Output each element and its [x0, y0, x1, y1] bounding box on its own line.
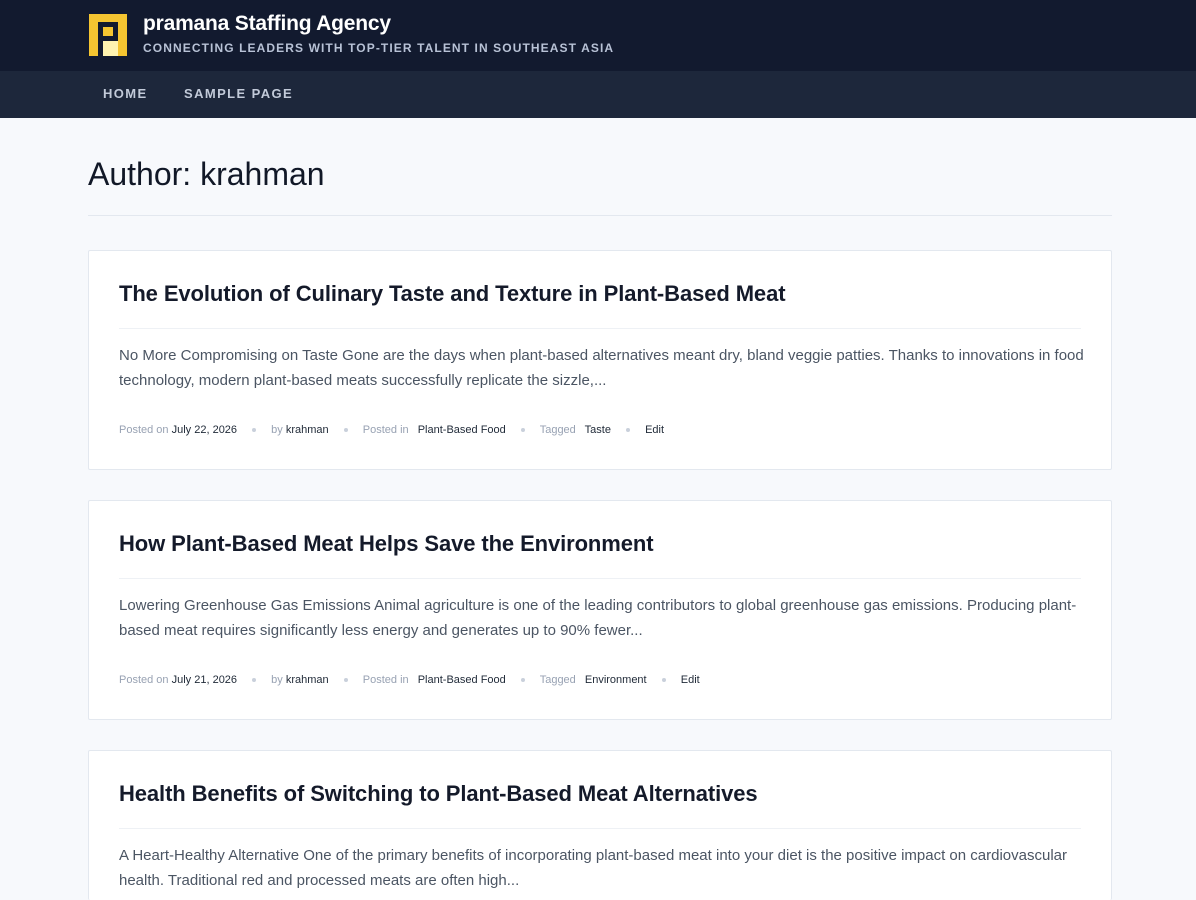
post-date-link[interactable]: July 22, 2026	[172, 424, 237, 436]
title-divider	[88, 215, 1112, 216]
posted-on-label: Posted on	[119, 674, 169, 686]
meta-separator-dot	[520, 678, 525, 683]
meta-separator-dot	[252, 428, 257, 433]
by-label: by	[271, 424, 283, 436]
post-excerpt: A Heart-Healthy Alternative One of the p…	[119, 847, 1067, 889]
tagged-label: Tagged	[539, 424, 576, 436]
nav-item-home[interactable]: HOME	[103, 86, 148, 101]
post-edit-link[interactable]: Edit	[681, 674, 700, 686]
post-tag-link[interactable]: Environment	[585, 674, 647, 686]
post-edit-link[interactable]: Edit	[645, 424, 664, 436]
post-author-link[interactable]: krahman	[286, 674, 329, 686]
post-card: Health Benefits of Switching to Plant-Ba…	[88, 750, 1112, 900]
site-header: pramana Staffing Agency CONNECTING LEADE…	[0, 0, 1196, 71]
post-category-link[interactable]: Plant-Based Food	[418, 674, 506, 686]
post-card: The Evolution of Culinary Taste and Text…	[88, 250, 1112, 470]
meta-separator-dot	[252, 678, 257, 683]
post-title-link[interactable]: Health Benefits of Switching to Plant-Ba…	[119, 781, 758, 807]
meta-separator-dot	[343, 678, 348, 683]
post-card: How Plant-Based Meat Helps Save the Envi…	[88, 500, 1112, 720]
site-logo-icon[interactable]	[89, 14, 127, 56]
posted-in-label: Posted in	[362, 424, 409, 436]
post-divider	[119, 578, 1081, 579]
post-divider	[119, 328, 1081, 329]
post-divider	[119, 828, 1081, 829]
meta-separator-dot	[520, 428, 525, 433]
nav-item-sample-page[interactable]: SAMPLE PAGE	[184, 86, 293, 101]
post-excerpt: Lowering Greenhouse Gas Emissions Animal…	[119, 597, 1077, 639]
meta-separator-dot	[661, 678, 666, 683]
meta-separator-dot	[626, 428, 631, 433]
main-navigation: HOME SAMPLE PAGE	[0, 71, 1196, 118]
post-excerpt: No More Compromising on Taste Gone are t…	[119, 347, 1084, 389]
post-tag-link[interactable]: Taste	[585, 424, 611, 436]
post-meta: Posted on July 21, 2026 by krahman Poste…	[119, 674, 1085, 690]
meta-separator-dot	[343, 428, 348, 433]
site-tagline: CONNECTING LEADERS WITH TOP-TIER TALENT …	[143, 41, 615, 55]
post-meta: Posted on July 22, 2026 by krahman Poste…	[119, 424, 1085, 440]
post-title-link[interactable]: The Evolution of Culinary Taste and Text…	[119, 281, 786, 307]
post-category-link[interactable]: Plant-Based Food	[418, 424, 506, 436]
posted-in-label: Posted in	[362, 674, 409, 686]
post-author-link[interactable]: krahman	[286, 424, 329, 436]
post-title-link[interactable]: How Plant-Based Meat Helps Save the Envi…	[119, 531, 654, 557]
site-title[interactable]: pramana Staffing Agency	[143, 12, 391, 36]
page-title: Author: krahman	[88, 156, 325, 192]
main-content: Author: krahman The Evolution of Culinar…	[0, 118, 1196, 900]
by-label: by	[271, 674, 283, 686]
post-date-link[interactable]: July 21, 2026	[172, 674, 237, 686]
tagged-label: Tagged	[539, 674, 576, 686]
posted-on-label: Posted on	[119, 424, 169, 436]
